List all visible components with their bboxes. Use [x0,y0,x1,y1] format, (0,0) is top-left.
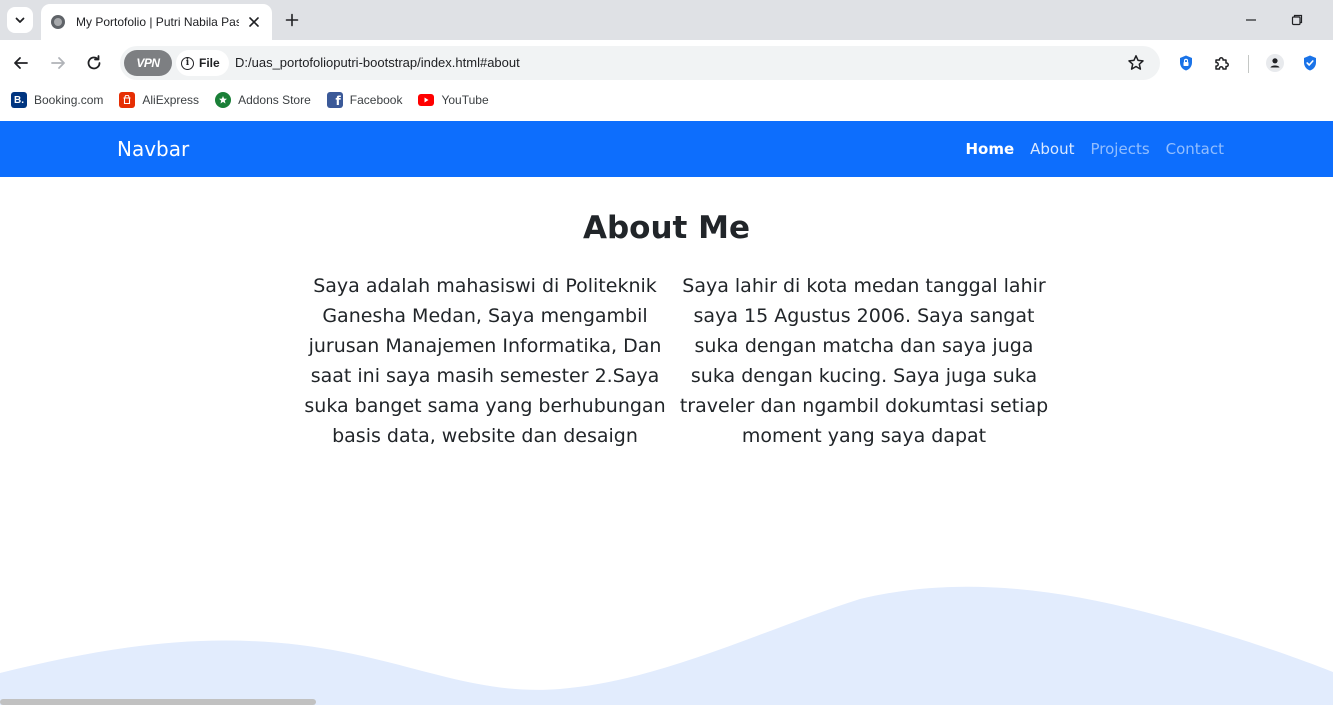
nav-link-contact[interactable]: Contact [1166,140,1224,158]
site-navbar: Navbar Home About Projects Contact [0,121,1333,177]
navbar-links: Home About Projects Contact [965,140,1224,158]
nav-link-about[interactable]: About [1030,140,1074,158]
profile-button[interactable] [1264,52,1286,74]
bookmark-youtube[interactable]: YouTube [418,93,489,107]
profile-icon [1266,54,1284,72]
close-icon [249,17,260,27]
youtube-icon [418,94,435,106]
bookmark-label: Booking.com [34,93,104,107]
bookmarks-bar: B. Booking.com AliExpress Addons Store f… [0,86,1333,114]
new-tab-button[interactable] [282,10,302,30]
restore-button[interactable] [1285,8,1309,32]
arrow-left-icon [14,57,28,69]
globe-icon [51,15,65,29]
bookmark-booking[interactable]: B. Booking.com [11,92,103,108]
reload-icon [87,55,101,70]
shield-lock-icon [1180,55,1192,71]
vpn-badge[interactable]: VPN [124,50,172,76]
security-extension[interactable] [1299,52,1321,74]
minimize-icon [1246,19,1256,21]
toolbar-divider [1248,55,1249,73]
about-paragraph-left: Saya adalah mahasiswi di Politeknik Gane… [304,275,666,447]
bookmark-label: YouTube [441,93,489,107]
shield-check-icon [1304,55,1316,71]
nav-link-home[interactable]: Home [965,140,1014,158]
info-icon: i [181,56,194,70]
puzzle-icon [1215,57,1229,70]
url-scheme-label: File [199,56,220,70]
chevron-down-icon [15,17,25,23]
web-page-viewport: Navbar Home About Projects Contact About… [0,121,1333,705]
bookmark-label: Facebook [349,93,403,107]
tab-title: My Portofolio | Putri Nabila Pas [76,15,239,29]
about-heading: About Me [582,210,751,246]
addons-store-icon [215,92,232,108]
url-text[interactable]: D:/uas_portofolioputri-bootstrap/index.h… [235,55,520,70]
plus-icon [285,13,299,27]
minimize-button[interactable] [1239,8,1263,32]
extensions-button[interactable] [1211,52,1233,74]
aliexpress-icon [119,92,136,108]
browser-toolbar: VPN i File D:/uas_portofolioputri-bootst… [0,40,1333,86]
site-info-button[interactable]: i File [176,50,229,76]
bookmark-addons-store[interactable]: Addons Store [215,92,311,108]
bookmark-aliexpress[interactable]: AliExpress [119,92,199,108]
forward-button[interactable] [45,50,71,76]
facebook-icon: f [326,92,343,108]
browser-tab-strip: My Portofolio | Putri Nabila Pas [0,0,1333,40]
bookmark-label: AliExpress [142,93,200,107]
address-bar[interactable]: VPN i File D:/uas_portofolioputri-bootst… [120,46,1160,80]
tab-search-button[interactable] [7,7,33,33]
bookmark-star-button[interactable] [1126,53,1146,73]
navbar-brand[interactable]: Navbar [117,137,189,161]
horizontal-scrollbar[interactable] [0,699,316,705]
browser-tab-active[interactable]: My Portofolio | Putri Nabila Pas [41,4,272,40]
back-button[interactable] [8,50,34,76]
arrow-right-icon [51,57,65,69]
decorative-wave [0,586,1333,705]
password-manager-extension[interactable] [1175,52,1197,74]
booking-icon: B. [11,92,27,108]
about-paragraph-right: Saya lahir di kota medan tanggal lahir s… [679,275,1049,447]
tab-close-button[interactable] [247,14,262,30]
vpn-label: VPN [136,56,160,70]
restore-icon [1291,14,1303,26]
bookmark-facebook[interactable]: f Facebook [326,92,403,108]
bookmark-label: Addons Store [238,93,311,107]
reload-button[interactable] [81,50,107,76]
star-icon [1128,55,1144,70]
nav-link-projects[interactable]: Projects [1091,140,1150,158]
